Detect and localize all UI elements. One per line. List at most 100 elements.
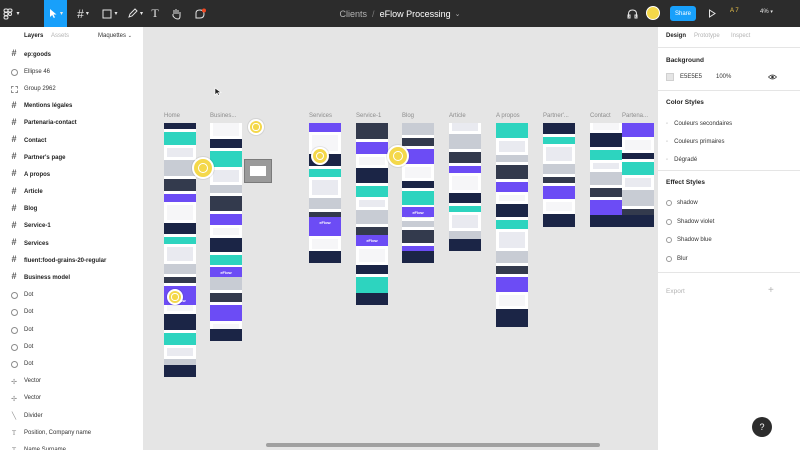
frame-section: [543, 164, 575, 174]
layer-item[interactable]: Dot: [0, 338, 143, 355]
tab-prototype[interactable]: Prototype: [694, 33, 720, 39]
page-frame[interactable]: [449, 123, 481, 251]
page-selector[interactable]: Maquettes ⌄: [98, 33, 132, 39]
frame-section: [167, 205, 193, 220]
frame-section: [213, 228, 239, 235]
divider: [658, 47, 800, 48]
horizontal-scrollbar[interactable]: [266, 443, 600, 447]
file-name[interactable]: eFlow Processing: [380, 9, 451, 19]
page-frame[interactable]: [622, 123, 654, 227]
layer-item[interactable]: T Position, Company name: [0, 424, 143, 441]
move-tool-button[interactable]: ▾: [44, 0, 67, 27]
frame-label[interactable]: Contact: [590, 113, 611, 119]
breadcrumb-project[interactable]: Clients: [340, 9, 368, 19]
layer-item[interactable]: # fluent:food-grains-20-regular: [0, 252, 143, 269]
color-swatch[interactable]: [666, 73, 674, 81]
effect-style-item[interactable]: shadow: [666, 200, 698, 206]
tab-layers[interactable]: Layers: [24, 33, 43, 39]
layer-item[interactable]: # Partner's page: [0, 149, 143, 166]
collaborator-cursor-ring: [252, 123, 260, 131]
zoom-level[interactable]: 4% ▾: [760, 9, 773, 15]
frame-label[interactable]: Service-1: [356, 113, 381, 119]
present-button[interactable]: [706, 0, 718, 27]
page-frame[interactable]: [543, 123, 575, 227]
frame-section: [496, 165, 528, 179]
chevron-down-icon: ⌄: [127, 33, 132, 39]
page-frame[interactable]: [356, 123, 388, 305]
design-panel-tabs: Design Prototype Inspect: [658, 27, 800, 47]
tab-assets[interactable]: Assets: [51, 33, 69, 39]
layer-item[interactable]: TName Surname: [0, 441, 143, 450]
multiplayer-indicator[interactable]: A 7: [730, 8, 739, 14]
effect-style-item[interactable]: Shadow violet: [666, 218, 714, 225]
layer-item[interactable]: # A propos: [0, 166, 143, 183]
background-opacity[interactable]: 100%: [716, 74, 731, 80]
layer-item[interactable]: Dot: [0, 355, 143, 372]
page-frame[interactable]: [590, 123, 622, 227]
layer-item[interactable]: # ep:goods: [0, 46, 143, 63]
layer-item[interactable]: # Service-1: [0, 218, 143, 235]
page-frame[interactable]: [402, 123, 434, 263]
main-menu-button[interactable]: ▾: [0, 0, 22, 27]
frame-label[interactable]: Partena...: [622, 113, 648, 119]
frame-label[interactable]: Partner'...: [543, 113, 569, 119]
add-export-button[interactable]: +: [768, 285, 774, 296]
page-frame[interactable]: [164, 123, 196, 377]
layer-item[interactable]: # Business model: [0, 269, 143, 286]
chevron-down-icon[interactable]: ⌄: [455, 10, 461, 18]
layer-item[interactable]: Ellipse 46: [0, 63, 143, 80]
audio-button[interactable]: [624, 0, 640, 27]
background-fill-row[interactable]: E5E5E5 100%: [666, 73, 792, 81]
layer-item[interactable]: # Contact: [0, 132, 143, 149]
component-preview[interactable]: [244, 159, 272, 183]
effect-style-item[interactable]: Shadow blue: [666, 237, 712, 243]
page-frame[interactable]: [496, 123, 528, 327]
layer-item[interactable]: Group 2962: [0, 80, 143, 97]
help-button[interactable]: ?: [752, 417, 772, 437]
frame-label[interactable]: Services: [309, 113, 332, 119]
layers-panel: Layers Assets Maquettes ⌄ # ep:goods Ellip…: [0, 27, 144, 450]
eye-icon[interactable]: [768, 74, 777, 80]
layer-item[interactable]: ✢ Vector: [0, 373, 143, 390]
layer-item[interactable]: # Blog: [0, 201, 143, 218]
color-style-item[interactable]: ◦ Dégradé: [666, 157, 697, 163]
color-style-item[interactable]: ◦ Couleurs primaires: [666, 139, 725, 145]
background-hex[interactable]: E5E5E5: [680, 74, 702, 80]
effect-style-item[interactable]: Blur: [666, 255, 688, 262]
layer-item[interactable]: Dot: [0, 287, 143, 304]
hand-tool-button[interactable]: [168, 0, 184, 27]
user-avatar[interactable]: [646, 6, 660, 20]
layer-item[interactable]: ✢ Vector: [0, 390, 143, 407]
frame-section: [543, 186, 575, 199]
comment-tool-button[interactable]: [192, 0, 208, 27]
export-section-title: Export: [666, 288, 685, 295]
frame-tool-button[interactable]: # ▾: [72, 0, 94, 27]
layer-item[interactable]: Dot: [0, 304, 143, 321]
design-panel: Design Prototype Inspect Background E5E5…: [657, 27, 800, 450]
layer-item[interactable]: # Partenaria-contact: [0, 115, 143, 132]
frame-label[interactable]: Home: [164, 113, 180, 119]
layer-item[interactable]: ╲ Divider: [0, 407, 143, 424]
page-frame[interactable]: [210, 123, 242, 341]
shape-tool-button[interactable]: ▾: [99, 0, 121, 27]
chevron-down-icon: ▾: [85, 11, 89, 17]
frame-label[interactable]: Blog: [402, 113, 414, 119]
frame-section: [213, 170, 239, 182]
layer-item[interactable]: # Mentions légales: [0, 98, 143, 115]
layer-item[interactable]: # Article: [0, 184, 143, 201]
design-canvas[interactable]: Home Busines... Services Service-1 Blog Artic…: [144, 27, 657, 450]
frame-label[interactable]: A propos: [496, 113, 520, 119]
tab-inspect[interactable]: Inspect: [731, 33, 750, 39]
share-button[interactable]: Share: [670, 6, 696, 21]
layer-item[interactable]: # Services: [0, 235, 143, 252]
pen-tool-button[interactable]: ▾: [124, 0, 146, 27]
frame-icon: #: [11, 202, 17, 213]
frame-section: [356, 186, 388, 197]
frame-label[interactable]: Busines...: [210, 113, 236, 119]
tab-design[interactable]: Design: [666, 33, 686, 39]
color-style-item[interactable]: ◦ Couleurs secondaires: [666, 121, 732, 127]
page-frame[interactable]: [309, 123, 341, 263]
text-tool-button[interactable]: T: [148, 0, 162, 27]
frame-label[interactable]: Article: [449, 113, 466, 119]
layer-item[interactable]: Dot: [0, 321, 143, 338]
